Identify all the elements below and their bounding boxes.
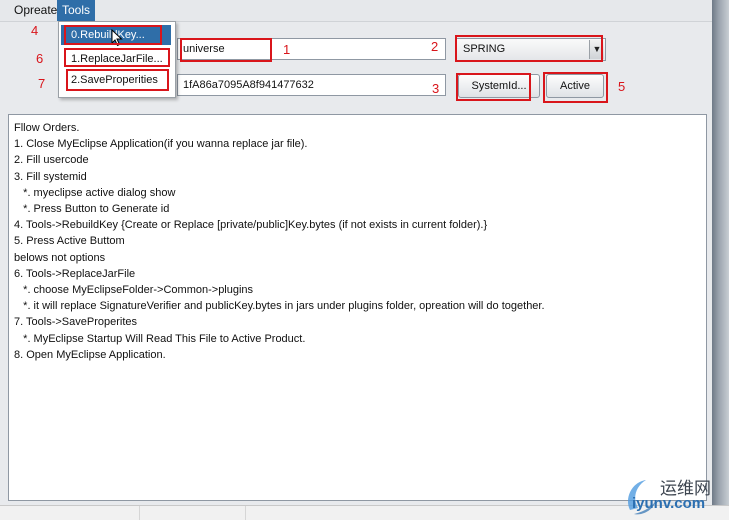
annotation-number: 3 (432, 81, 440, 96)
chevron-down-icon[interactable]: ▼ (589, 40, 604, 59)
instructions-textarea[interactable]: Fllow Orders. 1. Close MyEclipse Applica… (8, 114, 707, 501)
instruction-line: 1. Close MyEclipse Application(if you wa… (14, 138, 308, 151)
menubar: Opreate Tools (0, 0, 712, 22)
systemid-button[interactable]: SystemId... (458, 74, 540, 98)
watermark-url: iyunv.com (632, 495, 706, 512)
instruction-line: 2. Fill usercode (14, 154, 89, 167)
active-button[interactable]: Active (546, 74, 604, 98)
annotation-number: 1 (283, 42, 291, 57)
annotation-number: 2 (431, 39, 439, 54)
usercode-input[interactable]: universe (177, 38, 446, 60)
instruction-line: *. myeclipse active dialog show (14, 186, 176, 199)
instruction-line: 8. Open MyEclipse Application. (14, 348, 166, 361)
instruction-line: 4. Tools->RebuildKey {Create or Replace … (14, 219, 488, 232)
product-select[interactable]: SPRING ▼ (456, 38, 606, 61)
app-window: Opreate Tools universe SPRING ▼ 1fA86a70… (0, 0, 712, 505)
instruction-line: *. it will replace SignatureVerifier and… (14, 300, 545, 313)
instruction-line: 3. Fill systemid (14, 170, 87, 183)
annotation-number: 5 (618, 79, 626, 94)
instruction-line: Fllow Orders. (14, 122, 80, 134)
menu-item-save-properities[interactable]: 2.SaveProperities (61, 70, 171, 90)
systemid-input[interactable]: 1fA86a7095A8f941477632 (177, 74, 446, 96)
annotation-number: 4 (31, 23, 39, 38)
menu-item-replace-jar-file[interactable]: 1.ReplaceJarFile... (61, 49, 171, 69)
instruction-line: *. MyEclipse Startup Will Read This File… (14, 332, 306, 345)
menu-opreate[interactable]: Opreate (9, 0, 62, 21)
instruction-line: *. choose MyEclipseFolder->Common->plugi… (14, 284, 254, 297)
annotation-number: 6 (36, 51, 44, 66)
instruction-line: *. Press Button to Generate id (14, 203, 170, 216)
menu-tools[interactable]: Tools (57, 0, 96, 21)
taskbar-divider (245, 506, 246, 520)
instruction-line: 6. Tools->ReplaceJarFile (14, 267, 136, 280)
mouse-pointer-icon (111, 29, 123, 47)
window-edge (712, 0, 729, 505)
annotation-number: 7 (38, 76, 46, 91)
instruction-line: belows not options (14, 251, 106, 264)
taskbar-divider (139, 506, 140, 520)
product-select-value: SPRING (463, 43, 506, 55)
instruction-line: 5. Press Active Buttom (14, 235, 125, 248)
instruction-line: 7. Tools->SaveProperites (14, 316, 138, 329)
